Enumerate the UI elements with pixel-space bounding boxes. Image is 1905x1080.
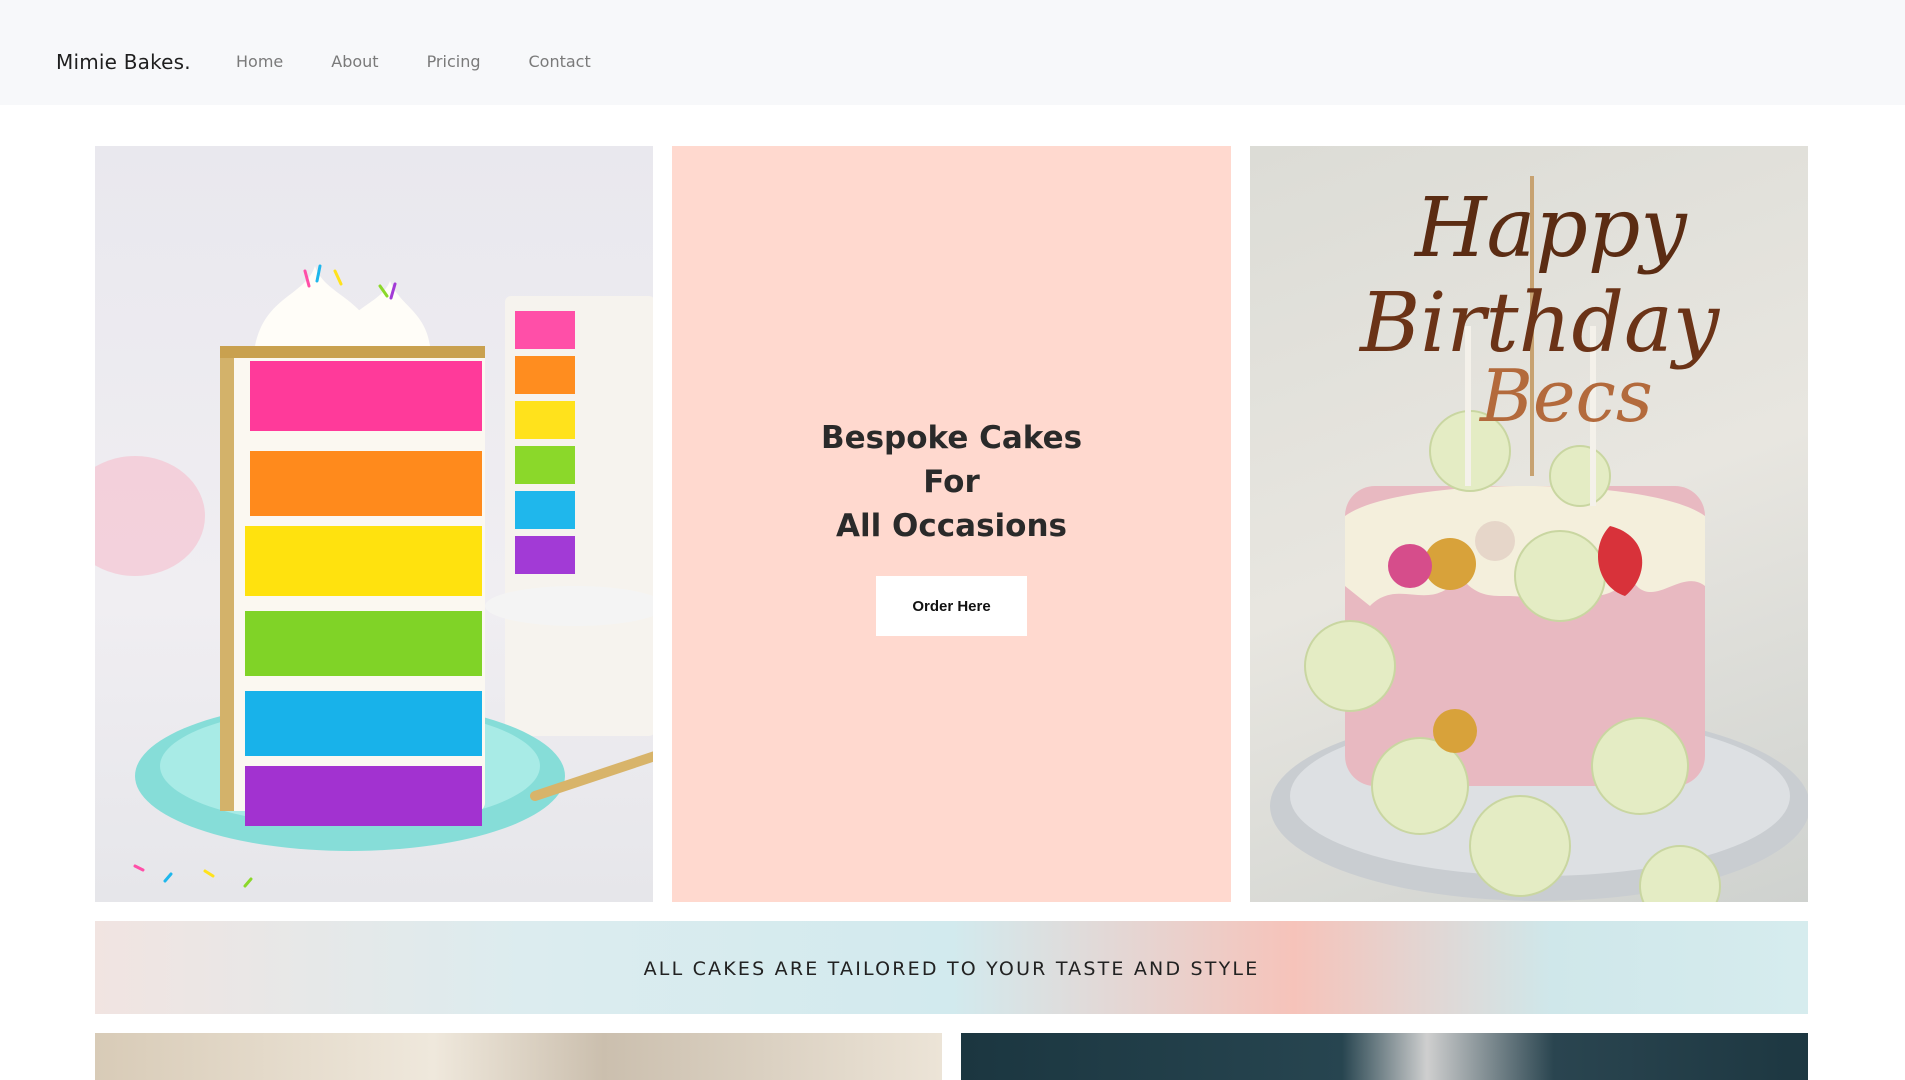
rainbow-cake-image: [95, 146, 653, 902]
bottom-right-image: [961, 1033, 1808, 1080]
banner-text: ALL CAKES ARE TAILORED TO YOUR TASTE AND…: [643, 958, 1260, 980]
hero-headline: Bespoke Cakes For All Occasions: [672, 416, 1231, 548]
navbar: Mimie Bakes. Home About Pricing Contact: [0, 0, 1905, 105]
hero-headline-line-2: For: [923, 464, 980, 500]
nav-link-about[interactable]: About: [331, 52, 378, 71]
svg-text:Becs: Becs: [1478, 354, 1653, 438]
tailored-banner: ALL CAKES ARE TAILORED TO YOUR TASTE AND…: [95, 921, 1808, 1014]
hero-headline-line-1: Bespoke Cakes: [820, 420, 1083, 456]
order-here-button[interactable]: Order Here: [876, 576, 1027, 636]
hero-headline-line-3: All Occasions: [836, 508, 1067, 544]
hero-section: Bespoke Cakes For All Occasions Order He…: [95, 146, 1808, 902]
brand-logo[interactable]: Mimie Bakes.: [56, 50, 191, 74]
hero-text-panel: Bespoke Cakes For All Occasions Order He…: [672, 146, 1231, 902]
birthday-cake-image: Happy Birthday Becs: [1250, 146, 1808, 902]
nav-link-home[interactable]: Home: [236, 52, 283, 71]
bottom-left-image: [95, 1033, 942, 1080]
svg-text:Happy: Happy: [1413, 181, 1688, 276]
nav-link-pricing[interactable]: Pricing: [427, 52, 481, 71]
nav-links: Home About Pricing Contact: [236, 52, 639, 71]
nav-link-contact[interactable]: Contact: [529, 52, 591, 71]
